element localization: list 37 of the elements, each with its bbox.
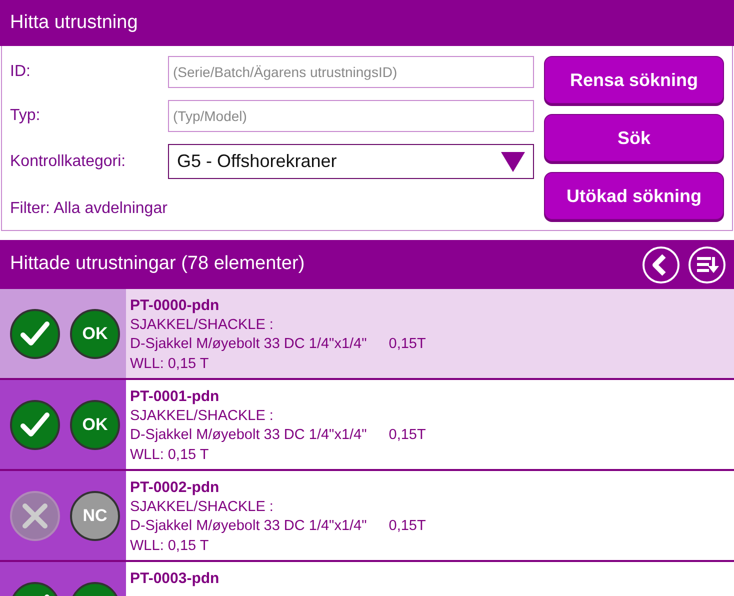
equipment-category: SJAKKEL/SHACKLE : [130, 316, 274, 334]
back-button[interactable] [642, 246, 680, 284]
input-field[interactable]: (Typ/Model) [168, 100, 534, 132]
wll-text: WLL: 0,15 T [130, 536, 209, 556]
equipment-id: PT-0000-pdn [130, 296, 220, 316]
action-button[interactable]: Sök [544, 114, 724, 162]
sort-button[interactable] [688, 246, 726, 284]
capacity-text: 0,15T [388, 335, 426, 354]
equipment-category: SJAKKEL/SHACKLE : [130, 498, 274, 516]
equipment-description: D-Sjakkel M/øyebolt 33 DC 1/4"x1/4" [130, 517, 367, 536]
check-icon [10, 308, 60, 358]
results-title: Hittade utrustningar (78 elementer) [10, 252, 305, 276]
equipment-description: D-Sjakkel M/øyebolt 33 DC 1/4"x1/4" [130, 426, 367, 445]
status-badge: OK [70, 308, 120, 358]
equipment-id: PT-0003-pdn [130, 569, 220, 588]
action-button[interactable]: Rensa sökning [544, 56, 724, 104]
field-label: ID: [10, 62, 32, 82]
wll-text: WLL: 0,15 T [130, 446, 209, 464]
input-field[interactable]: (Serie/Batch/Ägarens utrustningsID) [168, 56, 534, 88]
check-icon [10, 400, 60, 450]
status-badge: NC [70, 490, 120, 540]
wll-text: WLL: 0,15 T [130, 354, 209, 374]
equipment-description: D-Sjakkel M/øyebolt 33 DC 1/4"x1/4" [130, 335, 367, 354]
status-badge: OK [70, 400, 120, 450]
capacity-text: 0,15T [388, 426, 426, 445]
panel-title: Hitta utrustning [10, 10, 138, 35]
field-label: Typ: [10, 106, 42, 126]
dropdown-arrow-icon [501, 152, 525, 172]
equipment-id: PT-0001-pdn [130, 387, 220, 406]
capacity-text: 0,15T [388, 517, 426, 536]
action-button[interactable]: Utökad sökning [544, 172, 724, 220]
equipment-id: PT-0002-pdn [130, 478, 220, 498]
equipment-category: SJAKKEL/SHACKLE : [130, 406, 274, 426]
filter-text: Filter: Alla avdelningar [10, 199, 168, 219]
cross-icon [10, 490, 60, 540]
dropdown[interactable]: G5 - Offshorekraner [168, 144, 534, 179]
field-label: Kontrollkategori: [10, 152, 127, 172]
